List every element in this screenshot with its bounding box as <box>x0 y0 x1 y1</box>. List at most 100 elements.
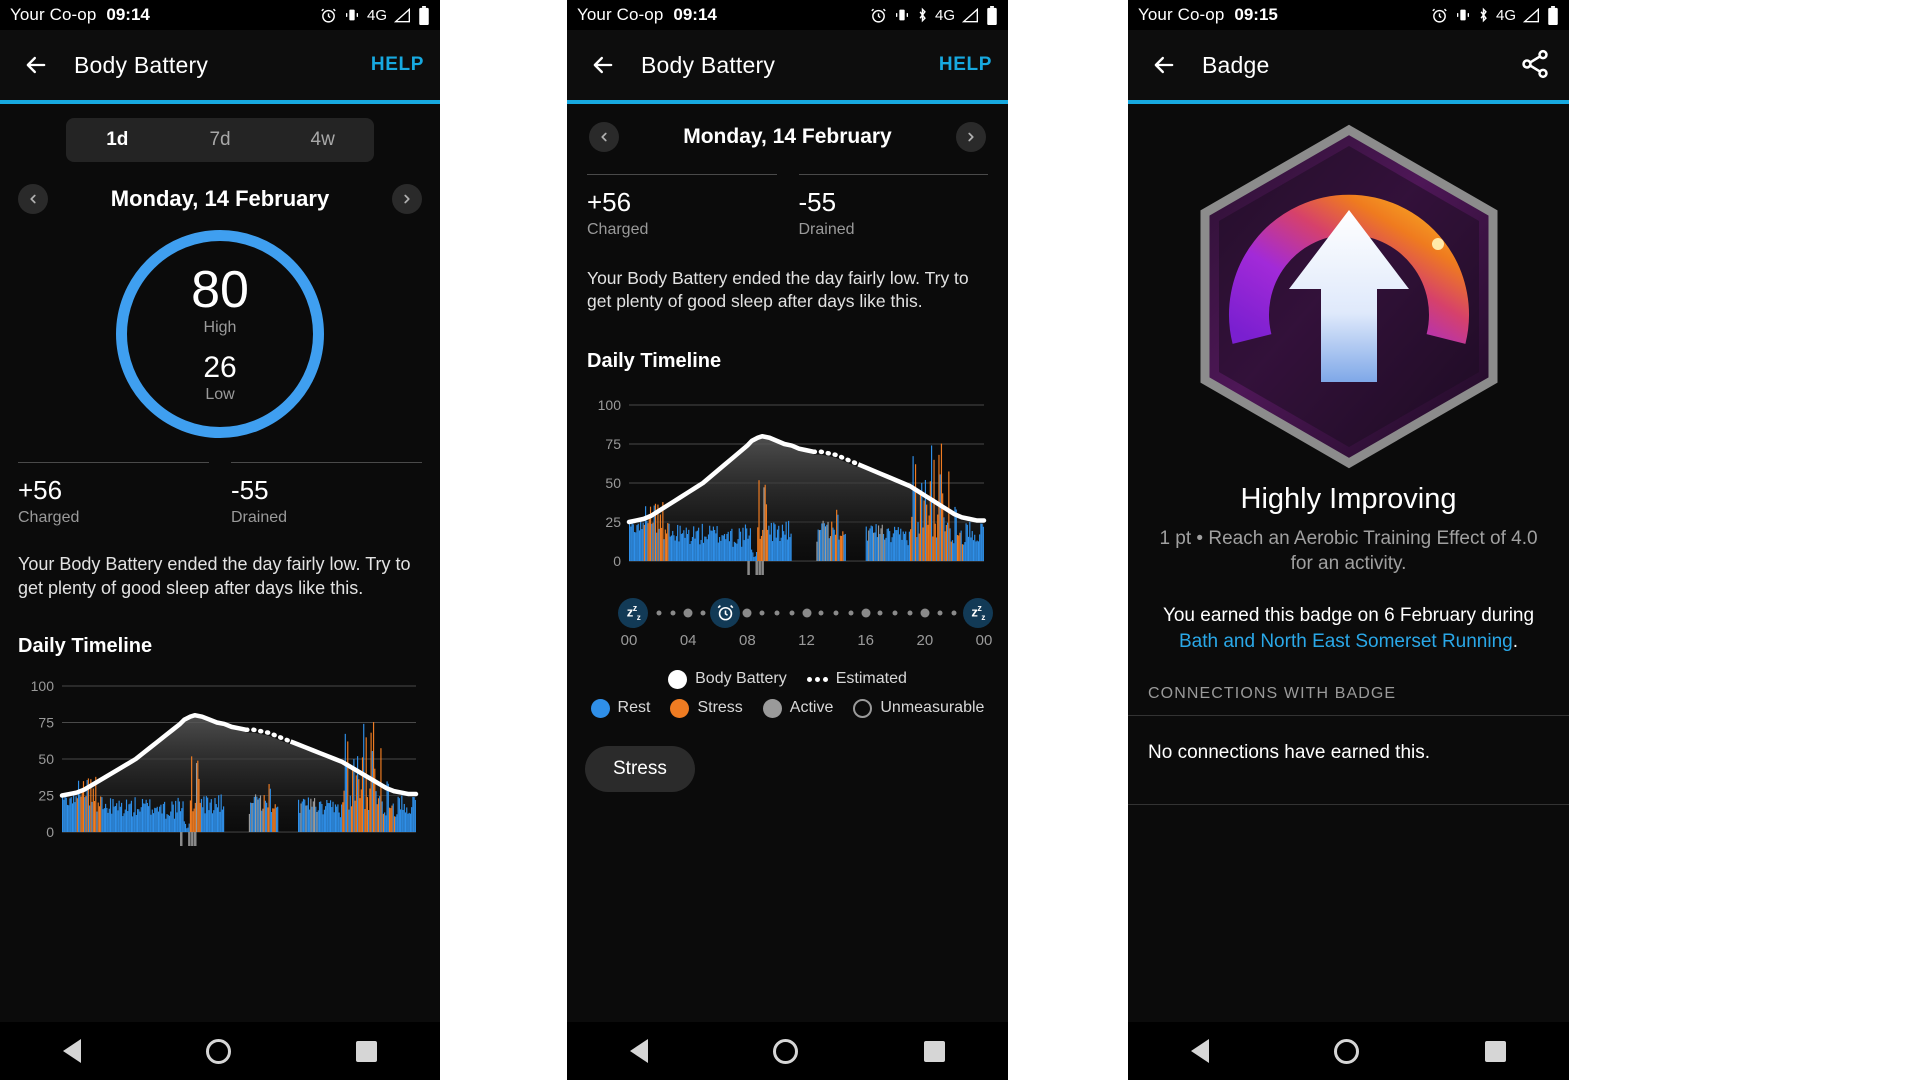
divider <box>1128 804 1569 806</box>
next-day-button[interactable] <box>392 184 422 214</box>
timeline-hour-dot <box>907 610 913 616</box>
sleep-zzz-icon[interactable]: zzz <box>963 597 994 628</box>
chevron-right-icon <box>968 132 974 142</box>
legend-active: Active <box>762 698 833 718</box>
charged-stat: +56 Charged <box>587 174 777 239</box>
timeline-hour-dot <box>848 610 854 616</box>
timeline-hour-dot <box>861 608 871 618</box>
timeline-hour-label: 08 <box>738 631 756 649</box>
badge-requirement: 1 pt • Reach an Aerobic Training Effect … <box>1159 528 1538 575</box>
app-bar: Badge <box>1128 30 1569 100</box>
daily-timeline-chart-partial: 0 25 50 75 100 <box>0 676 440 861</box>
phone-panel-body-battery-overview: Your Co-op 09:14 4G Body Battery HELP 1d… <box>0 0 440 1080</box>
app-bar: Body Battery HELP <box>567 30 1008 100</box>
network-type-label: 4G <box>1495 6 1516 24</box>
tab-7d[interactable]: 7d <box>169 129 272 151</box>
previous-day-button[interactable] <box>589 122 619 152</box>
page-title: Body Battery <box>641 51 776 78</box>
svg-text:50: 50 <box>38 751 54 767</box>
svg-text:75: 75 <box>38 714 54 730</box>
android-nav-bar <box>567 1022 1008 1080</box>
android-nav-bar <box>1128 1022 1569 1080</box>
high-value: 80 <box>191 261 249 319</box>
alarm-icon <box>1432 8 1447 23</box>
back-button[interactable] <box>1144 45 1184 85</box>
legend-stress: Stress <box>670 698 743 718</box>
legend-label: Rest <box>617 699 651 717</box>
vibrate-icon <box>895 9 908 21</box>
help-button[interactable]: HELP <box>371 54 424 76</box>
daily-timeline-chart[interactable]: 0 25 50 75 100 zzz zzz 00 04 08 12 16 20 00 <box>567 395 1008 654</box>
status-bar: Your Co-op 09:14 4G <box>567 0 1008 30</box>
charged-value: +56 <box>18 475 63 505</box>
legend-label: Stress <box>697 699 743 717</box>
nav-home-circle-icon[interactable] <box>773 1038 799 1064</box>
timeline-hour-label: 00 <box>975 631 993 649</box>
nav-back-triangle-icon[interactable] <box>629 1039 648 1063</box>
stress-button[interactable]: Stress <box>585 745 695 792</box>
tab-1d[interactable]: 1d <box>66 129 169 151</box>
svg-text:100: 100 <box>598 397 622 413</box>
page-title: Badge <box>1202 51 1270 78</box>
nav-recents-square-icon[interactable] <box>1485 1040 1507 1062</box>
stress-button-container: Stress <box>567 745 1008 792</box>
charged-stat: +56 Charged <box>18 462 209 527</box>
timeline-hour-label: 00 <box>620 631 638 649</box>
timeline-hour-dot <box>759 610 765 616</box>
previous-day-button[interactable] <box>18 184 48 214</box>
next-day-button[interactable] <box>956 122 986 152</box>
charged-value: +56 <box>587 187 632 217</box>
network-type-label: 4G <box>366 6 387 24</box>
nav-recents-square-icon[interactable] <box>924 1040 946 1062</box>
nav-recents-square-icon[interactable] <box>356 1040 378 1062</box>
svg-text:75: 75 <box>605 436 621 452</box>
sleep-zzz-icon[interactable]: zzz <box>618 597 649 628</box>
signal-icon <box>1523 7 1539 22</box>
accent-underline <box>567 100 1008 104</box>
share-button[interactable] <box>1519 48 1553 82</box>
status-bar-left: Your Co-op 09:14 <box>10 5 150 25</box>
badge-name: Highly Improving <box>1240 483 1457 515</box>
battery-icon <box>987 5 997 25</box>
charged-label: Charged <box>587 221 649 238</box>
timeline-hour-label: 04 <box>679 631 697 649</box>
status-bar: Your Co-op 09:15 4G <box>1128 0 1569 30</box>
timeline-chart-svg[interactable]: 0 25 50 75 100 <box>585 395 990 585</box>
timeline-hour-label: 12 <box>798 631 815 649</box>
timeline-x-axis: 00 04 08 12 16 20 00 <box>585 631 993 654</box>
timeline-hour-dot <box>742 608 752 618</box>
divider <box>1128 715 1569 717</box>
vibrate-icon <box>1456 9 1469 21</box>
back-arrow-icon <box>1154 56 1174 74</box>
svg-text:100: 100 <box>31 678 55 694</box>
current-date-label: Monday, 14 February <box>110 186 330 211</box>
alarm-icon <box>321 8 336 23</box>
charged-label: Charged <box>18 509 80 526</box>
status-time: 09:14 <box>673 5 717 24</box>
page-title: Body Battery <box>74 51 209 78</box>
battery-icon <box>1548 5 1558 25</box>
low-label: Low <box>205 386 235 403</box>
earned-activity-link[interactable]: Bath and North East Somerset Running <box>1179 631 1513 652</box>
nav-back-triangle-icon[interactable] <box>1190 1039 1209 1063</box>
alarm-clock-icon[interactable] <box>710 597 741 628</box>
nav-home-circle-icon[interactable] <box>205 1038 231 1064</box>
tab-4w[interactable]: 4w <box>271 129 374 151</box>
active-swatch-icon <box>762 698 782 718</box>
battery-ring-container: 80 High 26 Low <box>0 230 440 438</box>
carrier-label: Your Co-op <box>1138 5 1225 24</box>
timeline-hour-dot <box>700 610 706 616</box>
back-button[interactable] <box>583 45 623 85</box>
nav-back-triangle-icon[interactable] <box>62 1039 81 1063</box>
android-nav-bar <box>0 1022 440 1080</box>
help-button[interactable]: HELP <box>939 54 992 76</box>
nav-home-circle-icon[interactable] <box>1334 1038 1360 1064</box>
back-button[interactable] <box>16 45 56 85</box>
timeline-hour-label: 20 <box>916 631 934 649</box>
share-icon <box>1522 49 1548 79</box>
high-label: High <box>203 319 237 336</box>
svg-text:50: 50 <box>605 475 621 491</box>
earned-suffix: . <box>1512 631 1519 653</box>
drained-stat: -55 Drained <box>798 174 988 239</box>
chevron-left-icon <box>30 194 36 204</box>
